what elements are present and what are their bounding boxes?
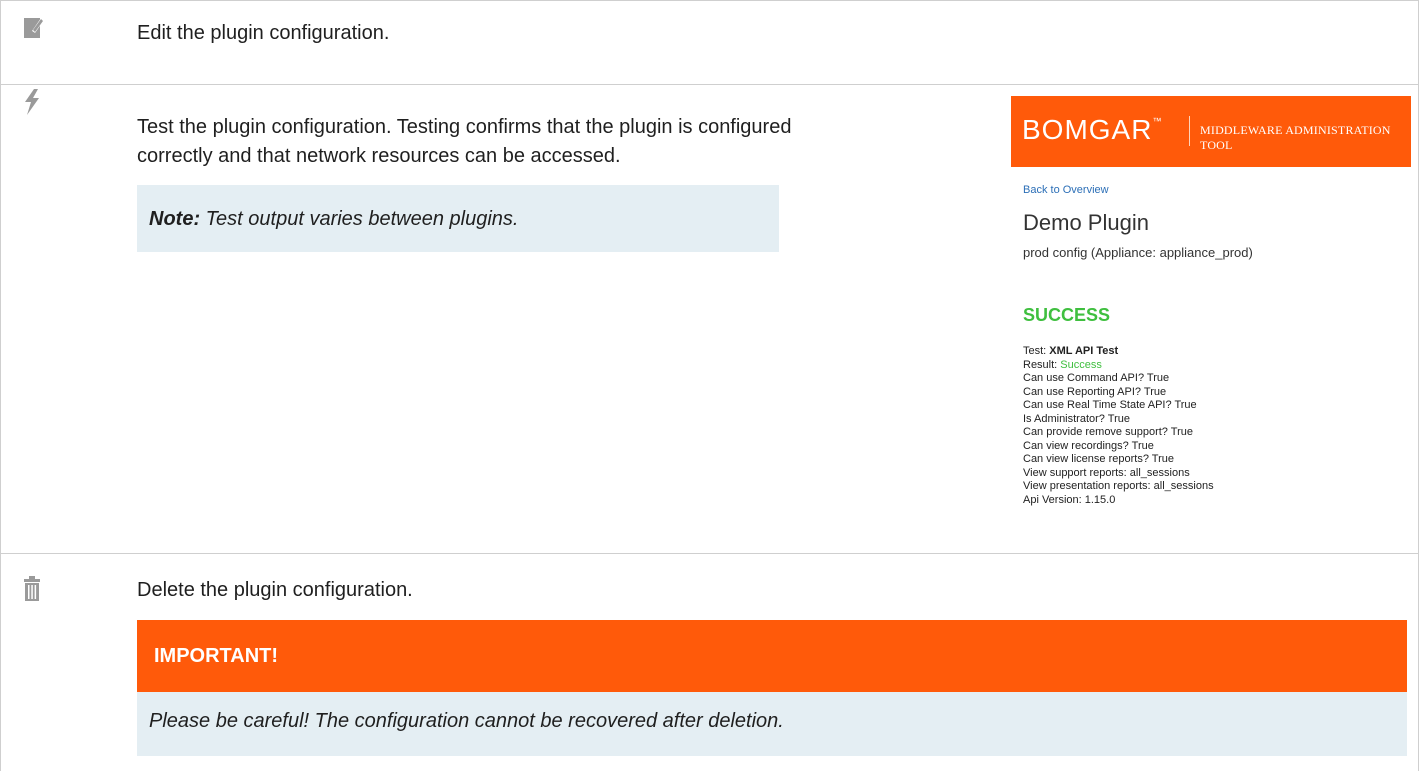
actions-table: Edit the plugin configuration. Test the … [0,0,1419,771]
row-delete: Delete the plugin configuration. IMPORTA… [1,554,1418,772]
important-message: Please be careful! The configuration can… [137,692,1407,756]
result-detail: Can use Real Time State API? True [1023,399,1197,411]
banner-tool-name: MIDDLEWARE ADMINISTRATION TOOL [1200,123,1391,152]
back-to-overview-link[interactable]: Back to Overview [1023,184,1109,196]
result-detail: Can view license reports? True [1023,453,1175,465]
plugin-name: Demo Plugin [1023,210,1149,235]
config-line: prod config (Appliance: appliance_prod) [1023,245,1253,260]
bomgar-banner: BOMGAR™ MIDDLEWARE ADMINISTRATION TOOL [1011,96,1411,167]
result-detail: Can provide remove support? True [1023,426,1193,438]
delete-description: Delete the plugin configuration. [137,579,413,601]
test-description: Test the plugin configuration. Testing c… [137,113,791,171]
result-detail: Is Administrator? True [1023,412,1130,425]
result-line: Result: Success [1023,358,1102,371]
banner-divider [1189,116,1190,146]
edit-icon [23,15,45,46]
important-banner: IMPORTANT! [137,620,1407,692]
result-detail: View support reports: all_sessions [1023,466,1190,479]
result-detail: Can view recordings? True [1023,439,1154,452]
trash-icon [24,576,40,607]
note-box: Note: Test output varies between plugins… [137,185,779,252]
edit-description: Edit the plugin configuration. [137,22,390,44]
status-heading: SUCCESS [1023,305,1111,325]
test-name-line: Test: XML API Test [1023,345,1119,357]
bomgar-logo: BOMGAR™ [1022,114,1163,145]
result-detail: Can use Command API? True [1023,372,1170,384]
lightning-icon [23,89,41,120]
note-label: Note: [149,208,201,230]
test-description-line2: correctly and that network resources can… [137,145,621,167]
note-text: Test output varies between plugins. [200,208,519,230]
row-test: Test the plugin configuration. Testing c… [1,85,1418,554]
result-detail: Api Version: 1.15.0 [1023,493,1116,506]
row-edit: Edit the plugin configuration. [1,1,1418,85]
result-detail: Can use Reporting API? True [1023,385,1167,398]
test-description-line1: Test the plugin configuration. Testing c… [137,116,792,138]
result-detail: View presentation reports: all_sessions [1023,480,1214,492]
test-results: Test: XML API Test Result: Success Can u… [1023,345,1214,507]
test-output-screenshot: BOMGAR™ MIDDLEWARE ADMINISTRATION TOOL B… [1011,96,1411,506]
